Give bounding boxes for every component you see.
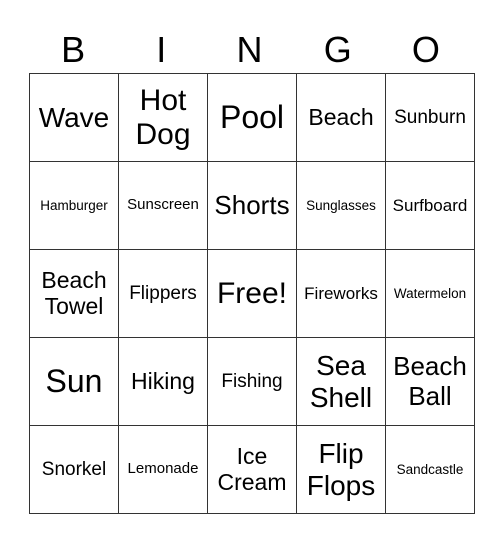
bingo-cell[interactable]: Sunburn (385, 73, 475, 162)
free-cell[interactable]: Free! (207, 249, 297, 338)
bingo-cell[interactable]: Watermelon (385, 249, 475, 338)
header-letter-b: B (61, 29, 86, 70)
bingo-cell[interactable]: Ice Cream (207, 425, 297, 514)
grid-row: Hamburger Sunscreen Shorts Sunglasses Su… (29, 161, 475, 250)
header-letter-o: O (411, 29, 440, 70)
bingo-cell[interactable]: Pool (207, 73, 297, 162)
bingo-cell[interactable]: Snorkel (29, 425, 119, 514)
bingo-cell[interactable]: Sunscreen (118, 161, 208, 250)
bingo-cell[interactable]: Flippers (118, 249, 208, 338)
header-letter-i: I (156, 29, 167, 70)
bingo-cell[interactable]: Fishing (207, 337, 297, 426)
bingo-cell[interactable]: Hot Dog (118, 73, 208, 162)
bingo-cell[interactable]: Wave (29, 73, 119, 162)
bingo-cell[interactable]: Hiking (118, 337, 208, 426)
bingo-cell[interactable]: Beach (296, 73, 386, 162)
grid-row: Wave Hot Dog Pool Beach Sunburn (29, 73, 475, 162)
bingo-cell[interactable]: Sandcastle (385, 425, 475, 514)
bingo-header: B I N G O (29, 28, 470, 72)
bingo-cell[interactable]: Hamburger (29, 161, 119, 250)
bingo-cell[interactable]: Fireworks (296, 249, 386, 338)
bingo-cell[interactable]: Flip Flops (296, 425, 386, 514)
bingo-cell[interactable]: Sunglasses (296, 161, 386, 250)
bingo-cell[interactable]: Beach Ball (385, 337, 475, 426)
bingo-grid: Wave Hot Dog Pool Beach Sunburn Hamburge… (29, 73, 475, 514)
header-letter-n: N (236, 29, 263, 70)
bingo-cell[interactable]: Surfboard (385, 161, 475, 250)
grid-row: Beach Towel Flippers Free! Fireworks Wat… (29, 249, 475, 338)
header-letter-g: G (323, 29, 352, 70)
grid-row: Sun Hiking Fishing Sea Shell Beach Ball (29, 337, 475, 426)
bingo-cell[interactable]: Shorts (207, 161, 297, 250)
grid-row: Snorkel Lemonade Ice Cream Flip Flops Sa… (29, 425, 475, 514)
bingo-cell[interactable]: Lemonade (118, 425, 208, 514)
bingo-cell[interactable]: Beach Towel (29, 249, 119, 338)
bingo-cell[interactable]: Sea Shell (296, 337, 386, 426)
bingo-cell[interactable]: Sun (29, 337, 119, 426)
